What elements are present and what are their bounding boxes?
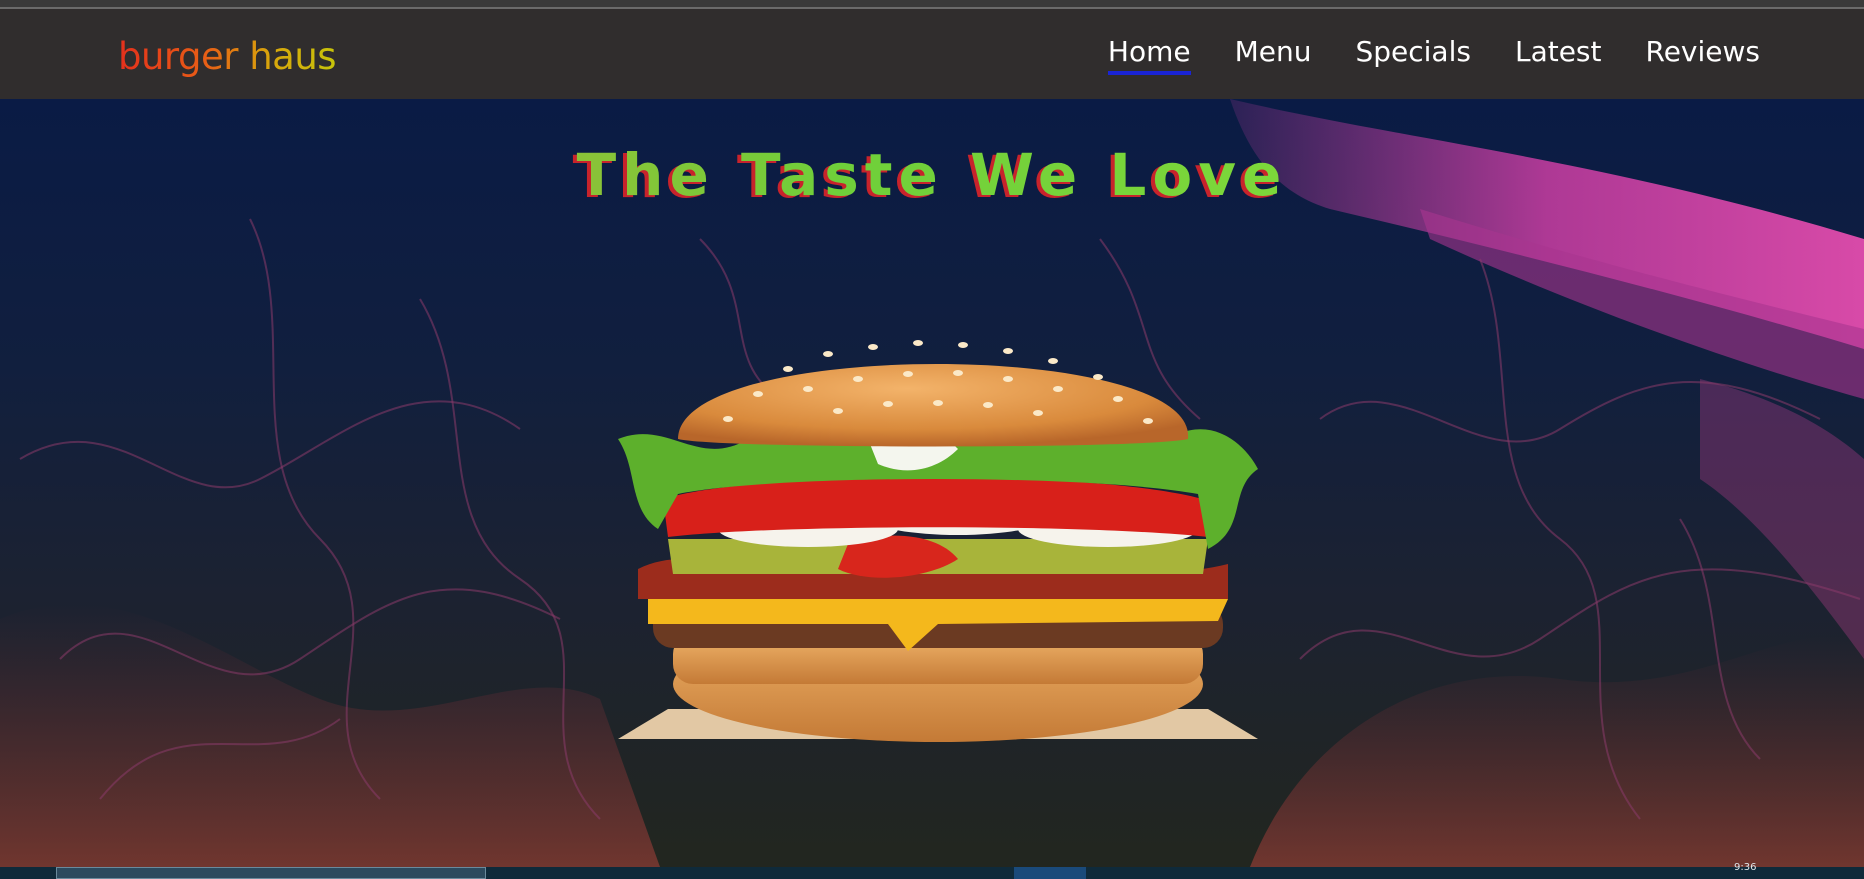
nav-latest-link[interactable]: Latest <box>1515 35 1602 75</box>
taskbar-active-app[interactable] <box>1014 867 1086 879</box>
taskbar-search-box[interactable] <box>56 867 486 879</box>
nav-specials-link[interactable]: Specials <box>1355 35 1470 75</box>
os-taskbar: 9:36 <box>0 862 1864 879</box>
browser-top-edge <box>0 0 1864 9</box>
navbar: burger haus Home Menu Specials Latest Re… <box>0 9 1864 99</box>
nav-home-link[interactable]: Home <box>1107 35 1191 75</box>
nav-menu-link[interactable]: Menu <box>1235 35 1312 75</box>
main-nav: Home Menu Specials Latest Reviews <box>1107 35 1761 75</box>
taskbar-clock[interactable]: 9:36 <box>1734 862 1756 873</box>
nav-reviews-link[interactable]: Reviews <box>1646 35 1761 75</box>
hero-section: The Taste We Love <box>0 99 1864 867</box>
hero-title: The Taste We Love <box>0 141 1864 209</box>
brand-logo[interactable]: burger haus <box>118 35 337 78</box>
burger-image <box>618 340 1258 742</box>
